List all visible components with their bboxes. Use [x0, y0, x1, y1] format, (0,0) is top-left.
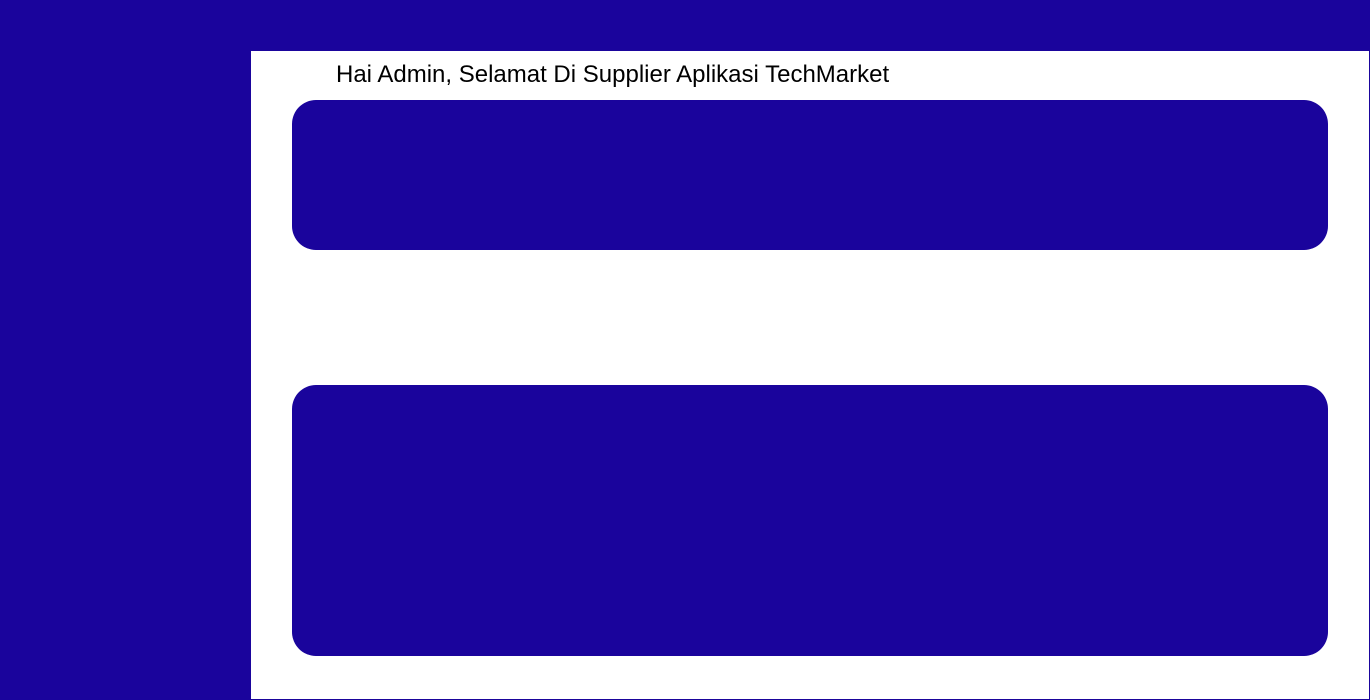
content-card [292, 385, 1328, 656]
top-navigation-bar [0, 0, 1370, 51]
summary-card [292, 100, 1328, 250]
welcome-greeting: Hai Admin, Selamat Di Supplier Aplikasi … [336, 61, 890, 88]
sidebar [0, 51, 251, 700]
main-content: Hai Admin, Selamat Di Supplier Aplikasi … [251, 51, 1370, 700]
